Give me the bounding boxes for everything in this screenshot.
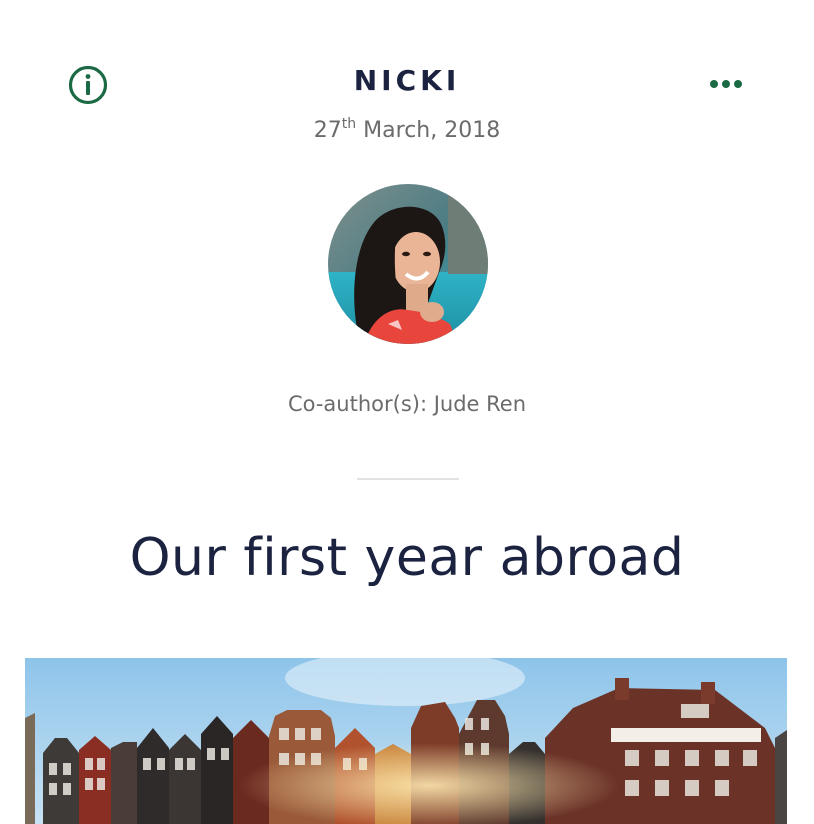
date-suffix: th [341, 116, 357, 132]
section-divider [357, 478, 459, 480]
author-name: NICKI [353, 64, 461, 97]
cover-image[interactable] [25, 658, 787, 824]
date-month-year: March, 2018 [356, 118, 501, 143]
canal-houses-photo [25, 658, 787, 824]
coauthors-text: Co-author(s): Jude Ren [287, 392, 527, 416]
post-date: 27th March, 2018 [0, 116, 814, 143]
avatar-photo [328, 184, 488, 344]
post-page: NICKI 27th March, 2018 Co-author(s): Jud… [0, 0, 814, 824]
more-dots-icon [710, 80, 742, 88]
post-title: Our first year abroad [129, 528, 685, 588]
date-day: 27 [313, 118, 342, 143]
author-avatar[interactable] [328, 184, 488, 344]
more-options-button[interactable] [706, 70, 746, 98]
